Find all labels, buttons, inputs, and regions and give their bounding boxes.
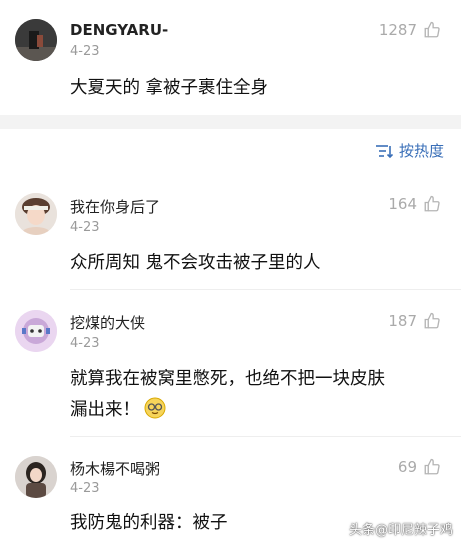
- like-button[interactable]: 164: [388, 195, 441, 213]
- divider: [70, 436, 461, 437]
- comment-date: 4-23: [70, 336, 100, 351]
- sort-by-hot-button[interactable]: 按热度: [375, 140, 444, 161]
- username[interactable]: 挖煤的大侠: [70, 312, 145, 333]
- avatar[interactable]: [15, 193, 57, 235]
- thumbs-up-icon: [424, 21, 440, 38]
- like-count: 69: [397, 458, 417, 476]
- like-button[interactable]: 1287: [379, 21, 441, 39]
- comment-text-line: 就算我在被窝里憋死，也绝不把一块皮肤: [70, 369, 385, 389]
- avatar[interactable]: [15, 310, 57, 352]
- username[interactable]: 杨木楊不喝粥: [70, 458, 160, 479]
- sort-label: 按热度: [398, 142, 444, 160]
- section-divider: [0, 115, 461, 129]
- sort-icon: [375, 144, 393, 158]
- watermark: 头条@印尼辣子鸡: [348, 523, 453, 538]
- like-count: 164: [388, 195, 417, 213]
- comment-text: 大夏天的 拿被子裹住全身: [70, 78, 269, 98]
- like-button[interactable]: 187: [388, 312, 441, 330]
- like-count: 1287: [378, 21, 417, 39]
- like-button[interactable]: 69: [398, 458, 441, 476]
- thumbs-up-icon: [424, 195, 440, 212]
- comment-text: 就算我在被窝里憋死，也绝不把一块皮肤 漏出来！: [70, 364, 450, 426]
- thumbs-up-icon: [424, 312, 440, 329]
- thumbs-up-icon: [424, 458, 440, 475]
- divider: [70, 289, 461, 290]
- comment-text-line: 漏出来！: [70, 395, 450, 426]
- comment-text: 众所周知 鬼不会攻击被子里的人: [70, 253, 321, 273]
- comment-date: 4-23: [70, 481, 100, 496]
- avatar[interactable]: [15, 19, 57, 61]
- comment-date: 4-23: [70, 220, 100, 235]
- username[interactable]: 我在你身后了: [70, 196, 160, 217]
- username[interactable]: DENGYARU-: [70, 21, 168, 39]
- sweat-smile-emoji-icon: [144, 397, 166, 419]
- avatar[interactable]: [15, 456, 57, 498]
- like-count: 187: [388, 312, 417, 330]
- comment-date: 4-23: [70, 44, 100, 59]
